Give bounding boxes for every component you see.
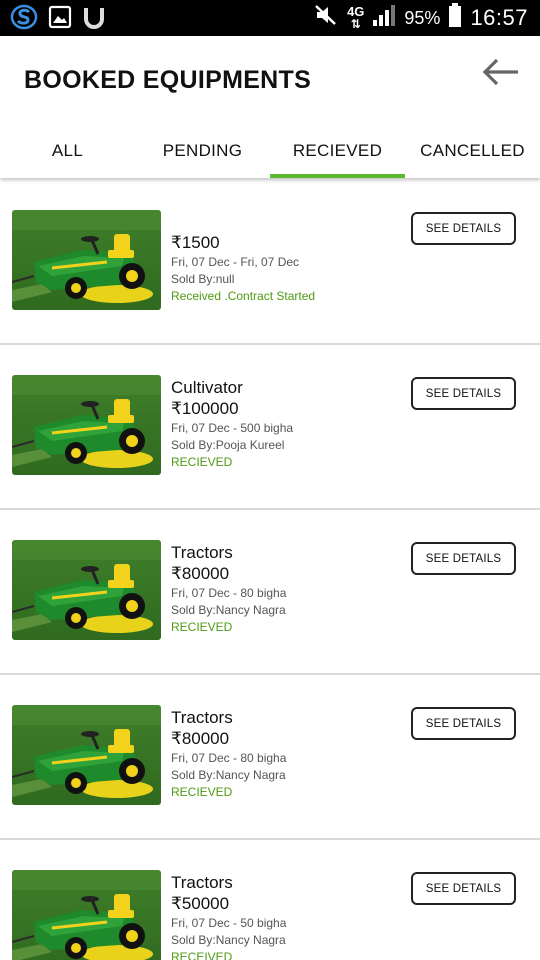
- item-status: Received .Contract Started: [171, 289, 316, 303]
- item-dates: Fri, 07 Dec - 500 bigha: [171, 421, 294, 435]
- gallery-icon: [48, 5, 72, 34]
- equipment-image: [12, 210, 161, 310]
- equipment-image: [12, 870, 161, 960]
- item-dates: Fri, 07 Dec - 80 bigha: [171, 586, 287, 600]
- see-details-button[interactable]: SEE DETAILS: [411, 212, 516, 245]
- app-s-icon: [10, 4, 38, 35]
- back-button[interactable]: [478, 54, 522, 94]
- signal-icon: [372, 4, 396, 32]
- item-price: ₹1500: [171, 233, 220, 252]
- item-seller: Sold By:null: [171, 272, 235, 286]
- tab-recieved[interactable]: RECIEVED: [270, 124, 405, 178]
- item-price: ₹80000: [171, 729, 230, 748]
- item-dates: Fri, 07 Dec - Fri, 07 Dec: [171, 255, 300, 269]
- tab-pending[interactable]: PENDING: [135, 124, 270, 178]
- battery-icon: [448, 3, 462, 33]
- equipment-image: [12, 375, 161, 475]
- item-dates: Fri, 07 Dec - 50 bigha: [171, 916, 287, 930]
- u-app-icon: [82, 5, 106, 34]
- battery-percent: 95%: [404, 7, 441, 28]
- app-header: BOOKED EQUIPMENTS ALL PENDING RECIEVED C…: [0, 36, 540, 178]
- item-price: ₹100000: [171, 399, 239, 418]
- item-seller: Sold By:Pooja Kureel: [171, 438, 285, 452]
- item-name: Tractors: [171, 543, 233, 562]
- equipment-image: [12, 540, 161, 640]
- item-status: RECIEVED: [171, 455, 233, 469]
- list-item: Cultivator ₹100000 Fri, 07 Dec - 500 big…: [0, 345, 540, 510]
- status-bar: 4G ⇅ 95% 16:57: [0, 0, 540, 36]
- see-details-button[interactable]: SEE DETAILS: [411, 377, 516, 410]
- item-name: Tractors: [171, 873, 233, 892]
- list-item: Tractors ₹80000 Fri, 07 Dec - 80 bigha S…: [0, 675, 540, 840]
- page-title: BOOKED EQUIPMENTS: [24, 66, 312, 94]
- list-item: ₹1500 Fri, 07 Dec - Fri, 07 Dec Sold By:…: [0, 180, 540, 345]
- booking-list: ₹1500 Fri, 07 Dec - Fri, 07 Dec Sold By:…: [0, 180, 540, 960]
- mute-icon: [313, 3, 339, 33]
- item-seller: Sold By:Nancy Nagra: [171, 603, 286, 617]
- item-price: ₹80000: [171, 564, 230, 583]
- list-item: Tractors ₹50000 Fri, 07 Dec - 50 bigha S…: [0, 840, 540, 960]
- equipment-image: [12, 705, 161, 805]
- see-details-button[interactable]: SEE DETAILS: [411, 872, 516, 905]
- item-seller: Sold By:Nancy Nagra: [171, 933, 286, 947]
- tab-cancelled[interactable]: CANCELLED: [405, 124, 540, 178]
- tab-bar: ALL PENDING RECIEVED CANCELLED: [0, 124, 540, 178]
- network-indicator: 4G ⇅: [347, 4, 365, 31]
- item-status: RECEIVED: [171, 950, 233, 960]
- item-seller: Sold By:Nancy Nagra: [171, 768, 286, 782]
- clock: 16:57: [470, 5, 528, 30]
- see-details-button[interactable]: SEE DETAILS: [411, 542, 516, 575]
- back-arrow-icon: [480, 57, 520, 92]
- item-name: Cultivator: [171, 378, 243, 397]
- see-details-button[interactable]: SEE DETAILS: [411, 707, 516, 740]
- list-item: Tractors ₹80000 Fri, 07 Dec - 80 bigha S…: [0, 510, 540, 675]
- item-name: Tractors: [171, 708, 233, 727]
- item-price: ₹50000: [171, 894, 230, 913]
- item-status: RECIEVED: [171, 785, 233, 799]
- item-dates: Fri, 07 Dec - 80 bigha: [171, 751, 287, 765]
- tab-all[interactable]: ALL: [0, 124, 135, 178]
- item-status: RECIEVED: [171, 620, 233, 634]
